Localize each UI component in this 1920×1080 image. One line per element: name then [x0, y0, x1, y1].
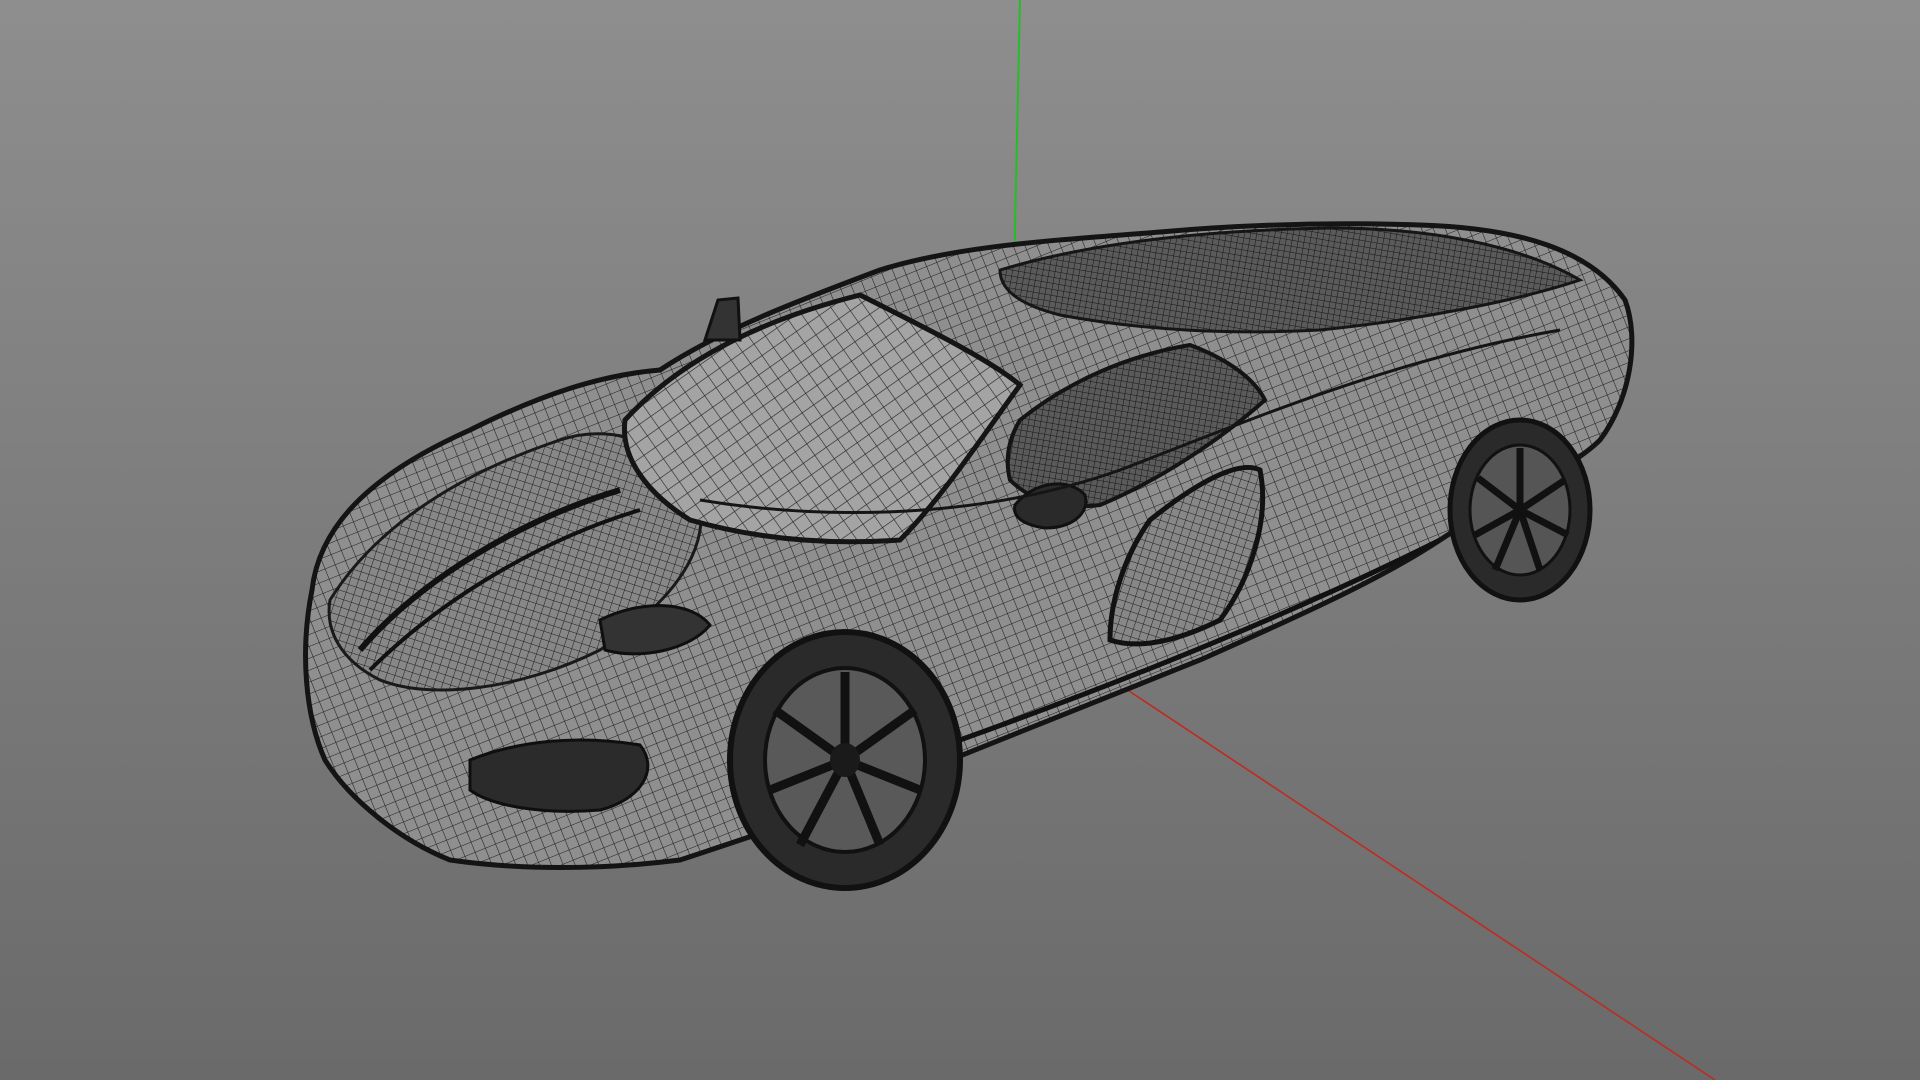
3d-viewport[interactable] — [0, 0, 1920, 1080]
front-wheel — [727, 629, 963, 891]
car-front-vent — [468, 738, 650, 813]
x-axis-line — [1119, 684, 1716, 1080]
car-antenna-fin — [702, 296, 742, 342]
car-wireframe-model — [303, 221, 1635, 891]
y-axis-line — [1013, 0, 1021, 276]
rear-wheel — [1447, 417, 1593, 603]
viewport-scene — [303, 0, 1716, 1080]
